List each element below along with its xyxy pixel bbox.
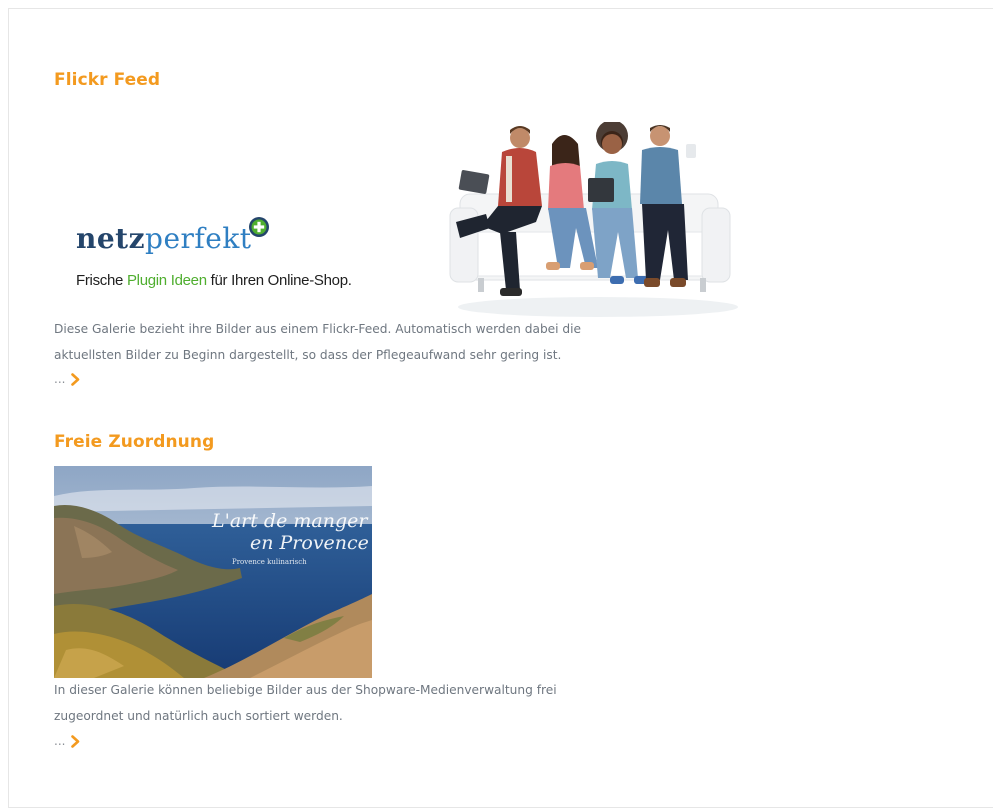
brand-tagline-part-a: Frische	[76, 272, 127, 289]
brand-tagline-part-c: für Ihren Online-Shop.	[206, 272, 352, 289]
people-on-sofa-photo	[449, 122, 738, 317]
freie-zuordnung-description-line-1: In dieser Galerie können beliebige Bilde…	[54, 683, 557, 697]
freie-zuordnung-description: In dieser Galerie können beliebige Bilde…	[54, 677, 557, 729]
brand-logo-text: netzperfekt	[76, 222, 252, 255]
section-title-freie-zuordnung: Freie Zuordnung	[54, 432, 215, 452]
flickr-feed-image[interactable]: netzperfekt Frische Plugin Ideen für Ihr…	[54, 122, 746, 318]
flickr-feed-more-link[interactable]: ...	[54, 372, 80, 386]
flickr-feed-description-line-2: aktuellsten Bilder zu Beginn dargestellt…	[54, 348, 562, 362]
provence-title-line-1: L'art de manger	[212, 510, 368, 532]
provence-subtitle: Provence kulinarisch	[232, 558, 307, 566]
brand-logo-part-b: perfekt	[145, 222, 252, 255]
section-title-flickr-feed: Flickr Feed	[54, 70, 161, 90]
chevron-right-icon	[71, 372, 80, 386]
brand-tagline-highlight: Plugin Ideen	[126, 272, 207, 289]
more-ellipsis: ...	[54, 734, 66, 748]
freie-zuordnung-more-link[interactable]: ...	[54, 734, 80, 748]
provence-coast-image[interactable]: L'art de manger en Provence Provence kul…	[54, 466, 372, 678]
coastline-landscape-photo	[54, 466, 372, 678]
brand-tagline: Frische Plugin Ideen für Ihren Online-Sh…	[76, 272, 352, 289]
freie-zuordnung-description-line-2: zugeordnet und natürlich auch sortiert w…	[54, 709, 343, 723]
flickr-feed-description: Diese Galerie bezieht ihre Bilder aus ei…	[54, 316, 581, 368]
provence-title-line-2: en Provence	[250, 532, 369, 554]
brand-logo-part-a: netz	[76, 222, 146, 255]
chevron-right-icon	[71, 734, 80, 748]
more-ellipsis: ...	[54, 372, 66, 386]
plus-badge-icon	[249, 217, 269, 237]
flickr-feed-description-line-1: Diese Galerie bezieht ihre Bilder aus ei…	[54, 322, 582, 336]
